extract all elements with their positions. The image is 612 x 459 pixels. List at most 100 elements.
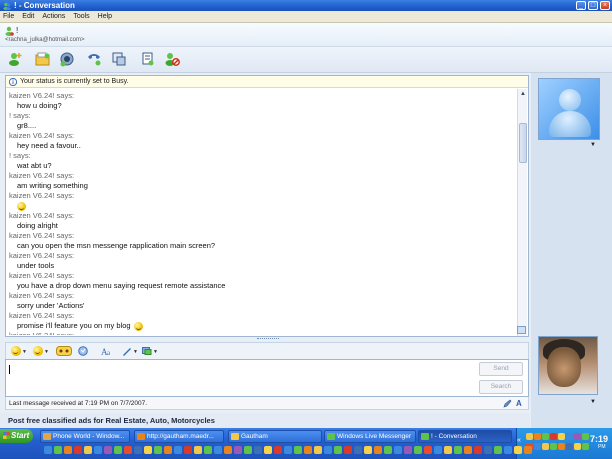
quick-launch-icon[interactable] xyxy=(134,446,142,454)
voice-call-icon[interactable] xyxy=(86,51,102,67)
video-call-icon[interactable] xyxy=(59,51,75,67)
quick-launch-icon[interactable] xyxy=(474,446,482,454)
taskbar-item-phone-world[interactable]: Phone World - Window... xyxy=(40,430,130,443)
menu-edit[interactable]: Edit xyxy=(22,13,34,20)
history-scrollbar[interactable]: ▲ xyxy=(517,89,527,336)
scroll-up-arrow[interactable]: ▲ xyxy=(518,89,528,99)
quick-launch-icon[interactable] xyxy=(74,446,82,454)
tray-app-icon[interactable] xyxy=(574,433,581,440)
background-icon[interactable] xyxy=(122,346,132,356)
message-input[interactable] xyxy=(5,359,529,397)
block-icon[interactable] xyxy=(164,51,180,67)
quick-launch-icon[interactable] xyxy=(184,446,192,454)
tray-app-icon[interactable] xyxy=(566,443,573,450)
quick-launch-icon[interactable] xyxy=(424,446,432,454)
taskbar-item-gautham[interactable]: Gautham xyxy=(228,430,322,443)
tray-app-icon[interactable] xyxy=(574,443,581,450)
quick-launch-icon[interactable] xyxy=(394,446,402,454)
tray-app-icon[interactable] xyxy=(558,433,565,440)
quick-launch-icon[interactable] xyxy=(414,446,422,454)
conversation-history[interactable]: Your status is currently set to Busy. ka… xyxy=(5,75,529,337)
games-icon[interactable] xyxy=(140,51,156,67)
tray-app-icon[interactable] xyxy=(542,433,549,440)
quick-launch-icon[interactable] xyxy=(514,446,522,454)
minimize-button[interactable]: _ xyxy=(576,1,586,10)
taskbar-item-live-messenger[interactable]: Windows Live Messenger xyxy=(324,430,416,443)
scroll-to-bottom-button[interactable] xyxy=(517,326,526,334)
close-button[interactable]: × xyxy=(600,1,610,10)
quick-launch-icon[interactable] xyxy=(64,446,72,454)
quick-launch-icon[interactable] xyxy=(294,446,302,454)
tray-app-icon[interactable] xyxy=(526,433,533,440)
font-icon[interactable]: Aa xyxy=(101,346,113,356)
tray-expand-button[interactable]: « xyxy=(517,437,521,444)
quick-launch-icon[interactable] xyxy=(284,446,292,454)
tray-app-icon[interactable] xyxy=(582,433,589,440)
my-display-picture[interactable] xyxy=(538,336,598,395)
search-button[interactable]: Search xyxy=(479,380,523,394)
quick-launch-icon[interactable] xyxy=(304,446,312,454)
quick-launch-icon[interactable] xyxy=(254,446,262,454)
chevron-down-icon[interactable]: ▼ xyxy=(44,349,49,355)
wink-icon[interactable] xyxy=(142,346,152,356)
quick-launch-icon[interactable] xyxy=(494,446,502,454)
quick-launch-icon[interactable] xyxy=(214,446,222,454)
send-files-icon[interactable] xyxy=(35,51,51,67)
quick-launch-icon[interactable] xyxy=(154,446,162,454)
quick-launch-icon[interactable] xyxy=(194,446,202,454)
quick-launch-icon[interactable] xyxy=(404,446,412,454)
maximize-button[interactable]: □ xyxy=(588,1,598,10)
quick-launch-icon[interactable] xyxy=(44,446,52,454)
taskbar-item-conversation[interactable]: ! - Conversation xyxy=(418,430,512,443)
quick-launch-icon[interactable] xyxy=(84,446,92,454)
tray-app-icon[interactable] xyxy=(534,443,541,450)
tray-app-icon[interactable] xyxy=(558,443,565,450)
send-button[interactable]: Send xyxy=(479,362,523,376)
quick-launch-icon[interactable] xyxy=(114,446,122,454)
tray-app-icon[interactable] xyxy=(534,433,541,440)
menu-file[interactable]: File xyxy=(3,13,14,20)
quick-launch-icon[interactable] xyxy=(324,446,332,454)
quick-launch-icon[interactable] xyxy=(224,446,232,454)
quick-launch-icon[interactable] xyxy=(104,446,112,454)
menu-help[interactable]: Help xyxy=(98,13,112,20)
quick-launch-icon[interactable] xyxy=(164,446,172,454)
activities-icon[interactable] xyxy=(111,51,127,67)
quick-launch-icon[interactable] xyxy=(234,446,242,454)
quick-launch-icon[interactable] xyxy=(204,446,212,454)
menu-actions[interactable]: Actions xyxy=(42,13,65,20)
quick-launch-icon[interactable] xyxy=(434,446,442,454)
tray-app-icon[interactable] xyxy=(566,433,573,440)
quick-launch-icon[interactable] xyxy=(444,446,452,454)
menu-tools[interactable]: Tools xyxy=(73,13,89,20)
quick-launch-icon[interactable] xyxy=(374,446,382,454)
contact-display-picture[interactable] xyxy=(538,78,600,140)
chevron-down-icon[interactable]: ▼ xyxy=(590,142,596,148)
quick-launch-icon[interactable] xyxy=(384,446,392,454)
quick-launch-icon[interactable] xyxy=(174,446,182,454)
quick-launch-icon[interactable] xyxy=(94,446,102,454)
quick-launch-icon[interactable] xyxy=(264,446,272,454)
quick-launch-icon[interactable] xyxy=(244,446,252,454)
quick-launch-icon[interactable] xyxy=(354,446,362,454)
voice-clip-icon[interactable] xyxy=(56,346,72,356)
quick-launch-icon[interactable] xyxy=(124,446,132,454)
chevron-down-icon[interactable]: ▼ xyxy=(133,349,138,355)
tray-app-icon[interactable] xyxy=(582,443,589,450)
nudge-icon[interactable] xyxy=(78,346,88,356)
wink-emoticon-icon[interactable] xyxy=(33,346,43,356)
quick-launch-icon[interactable] xyxy=(484,446,492,454)
quick-launch-icon[interactable] xyxy=(504,446,512,454)
quick-launch-icon[interactable] xyxy=(54,446,62,454)
handwriting-pen-icon[interactable] xyxy=(503,399,512,408)
chevron-down-icon[interactable]: ▼ xyxy=(153,349,158,355)
quick-launch-icon[interactable] xyxy=(274,446,282,454)
scroll-thumb[interactable] xyxy=(519,123,527,163)
type-mode-icon[interactable]: A xyxy=(516,399,525,408)
invite-contact-icon[interactable] xyxy=(7,51,23,67)
quick-launch-icon[interactable] xyxy=(524,446,532,454)
quick-launch-icon[interactable] xyxy=(314,446,322,454)
quick-launch-icon[interactable] xyxy=(144,446,152,454)
quick-launch-icon[interactable] xyxy=(464,446,472,454)
quick-launch-icon[interactable] xyxy=(334,446,342,454)
